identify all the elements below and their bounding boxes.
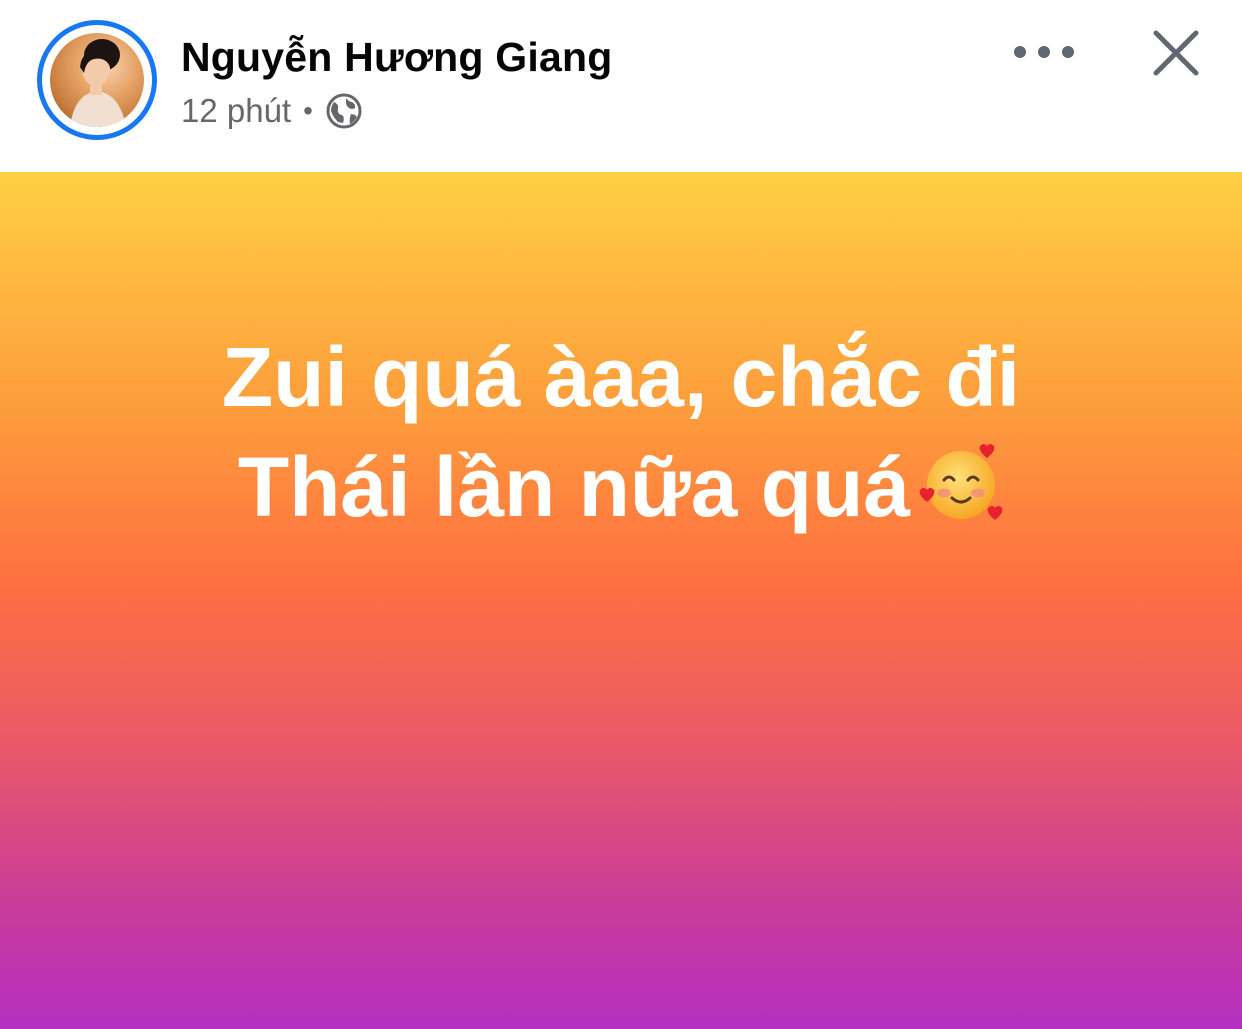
more-dot bbox=[1038, 46, 1050, 58]
post-text-line-2: Thái lần nữa quá bbox=[100, 432, 1142, 542]
post-header: Nguyễn Hương Giang 12 phút • bbox=[0, 0, 1242, 172]
meta-separator: • bbox=[303, 95, 313, 126]
timestamp[interactable]: 12 phút bbox=[181, 92, 291, 130]
more-dot bbox=[1014, 46, 1026, 58]
avatar[interactable] bbox=[37, 20, 157, 140]
post-text: Zui quá àaa, chắc đi Thái lần nữa quá bbox=[100, 322, 1142, 542]
post-text-line-1: Zui quá àaa, chắc đi bbox=[221, 330, 1021, 424]
post-background bbox=[0, 172, 1242, 1029]
avatar-image bbox=[70, 39, 126, 127]
smiling-face-with-hearts-icon bbox=[919, 444, 1003, 520]
close-icon[interactable] bbox=[1150, 27, 1202, 79]
more-dot bbox=[1062, 46, 1074, 58]
avatar-photo bbox=[50, 33, 144, 127]
post-meta: 12 phút • bbox=[181, 90, 363, 132]
more-options-icon[interactable] bbox=[1014, 36, 1074, 68]
post-text-line-2-text: Thái lần nữa quá bbox=[237, 440, 911, 534]
author-name[interactable]: Nguyễn Hương Giang bbox=[181, 34, 612, 81]
globe-icon bbox=[326, 93, 362, 129]
